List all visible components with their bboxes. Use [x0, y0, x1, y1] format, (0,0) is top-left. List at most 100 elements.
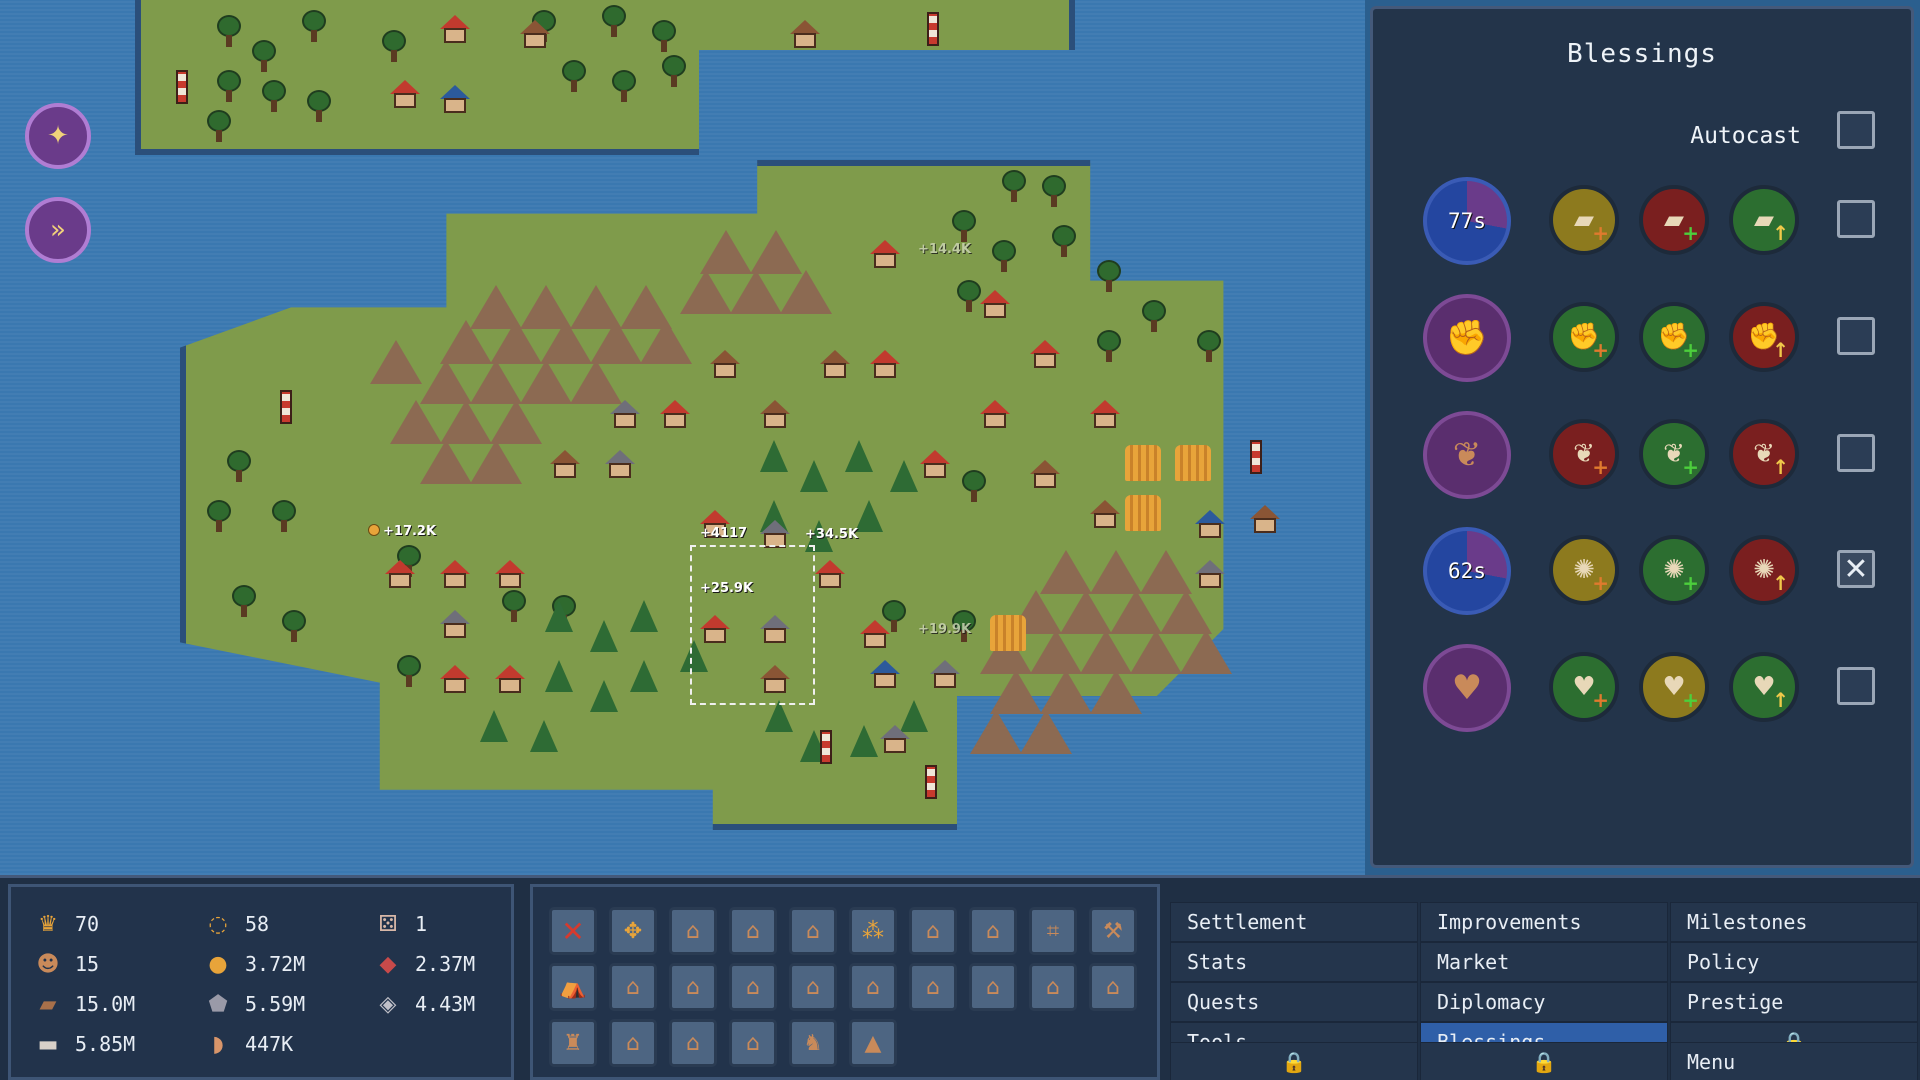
build-tool-button[interactable]: ⌂: [669, 963, 717, 1011]
build-tool-button[interactable]: ⛺: [549, 963, 597, 1011]
menu-item-stats[interactable]: Stats: [1170, 942, 1418, 982]
build-tool-button[interactable]: ⌂: [789, 963, 837, 1011]
blessing-cast-button[interactable]: 77s: [1423, 177, 1511, 265]
building-tile: [870, 660, 900, 688]
build-tool-button[interactable]: ✥: [609, 907, 657, 955]
building-tile: [870, 240, 900, 268]
tree-tile: [205, 500, 233, 534]
build-tool-button[interactable]: ⌂: [789, 907, 837, 955]
build-tool-button[interactable]: ⌂: [969, 963, 1017, 1011]
building-tile: [760, 520, 790, 548]
build-tool-button[interactable]: ⌂: [609, 1019, 657, 1067]
mountain-tile: [470, 440, 522, 484]
menu-item-prestige[interactable]: Prestige: [1670, 982, 1918, 1022]
locked-menu-slot: 🔒: [1170, 1042, 1418, 1080]
blessing-cast-button[interactable]: ♥: [1423, 644, 1511, 732]
build-tool-button[interactable]: ▲: [849, 1019, 897, 1067]
mountain-tile: [1030, 630, 1082, 674]
blessing-autocast-checkbox[interactable]: ✕: [1837, 550, 1875, 588]
building-tile: [495, 560, 525, 588]
building-tile: [440, 85, 470, 113]
build-tool-button[interactable]: ⚒: [1089, 907, 1137, 955]
blessing-upgrade-button[interactable]: ❦ +: [1549, 419, 1619, 489]
pine-tile: [545, 600, 573, 632]
build-tool-button[interactable]: ⌂: [609, 963, 657, 1011]
blessing-upgrade-button[interactable]: ▰ +: [1639, 185, 1709, 255]
menu-item-settlement[interactable]: Settlement: [1170, 902, 1418, 942]
tree-tile: [560, 60, 588, 94]
blessing-upgrade-button[interactable]: ✺ ↑: [1729, 535, 1799, 605]
blessing-autocast-checkbox[interactable]: [1837, 200, 1875, 238]
menu-item-market[interactable]: Market: [1420, 942, 1668, 982]
building-tile: [760, 400, 790, 428]
blessing-cast-button[interactable]: ✊: [1423, 294, 1511, 382]
blessing-upgrade-button[interactable]: ▰ ↑: [1729, 185, 1799, 255]
blessing-autocast-checkbox[interactable]: [1837, 434, 1875, 472]
building-tile: [815, 560, 845, 588]
bread-icon: ◗: [212, 1031, 224, 1057]
menu-item-policy[interactable]: Policy: [1670, 942, 1918, 982]
blessing-upgrade-button[interactable]: ✊ +: [1549, 302, 1619, 372]
upgrade-arrow-icon: ↑: [1772, 688, 1789, 712]
blessing-upgrade-button[interactable]: ✺ +: [1639, 535, 1709, 605]
quarry-icon: ⌂: [986, 918, 1000, 944]
building-tile: [980, 290, 1010, 318]
game-speed-button[interactable]: »: [25, 197, 91, 263]
cast-blessing-button[interactable]: ✦: [25, 103, 91, 169]
build-tool-button[interactable]: ♞: [789, 1019, 837, 1067]
build-tool-button[interactable]: ⌂: [1089, 963, 1137, 1011]
build-tool-button[interactable]: ⌗: [1029, 907, 1077, 955]
blessing-upgrade-button[interactable]: ♥ +: [1549, 652, 1619, 722]
blessing-row: 62s ✺ + ✺ + ✺ ↑ ✕: [1373, 527, 1911, 623]
menu-item-quests[interactable]: Quests: [1170, 982, 1418, 1022]
demolish-tool-icon: ✕: [561, 914, 585, 948]
blessing-upgrade-button[interactable]: ✊ ↑: [1729, 302, 1799, 372]
resource-value: 5.59M: [245, 992, 306, 1016]
selection-box: [690, 545, 815, 705]
blessing-upgrade-button[interactable]: ♥ ↑: [1729, 652, 1799, 722]
mountain-tile: [1040, 550, 1092, 594]
menu-button[interactable]: Menu: [1670, 1042, 1918, 1080]
blessing-cast-button[interactable]: ❦: [1423, 411, 1511, 499]
menu-item-improvements[interactable]: Improvements: [1420, 902, 1668, 942]
blessing-upgrade-button[interactable]: ▰ +: [1549, 185, 1619, 255]
blessing-autocast-checkbox[interactable]: [1837, 317, 1875, 355]
blessing-cast-button[interactable]: 62s: [1423, 527, 1511, 615]
resource-counter: ● 3.72M: [203, 947, 363, 981]
resource-value: 5.85M: [75, 1032, 136, 1056]
building-tile: [660, 400, 690, 428]
build-tool-button[interactable]: ⌂: [849, 963, 897, 1011]
build-tool-button[interactable]: ⌂: [969, 907, 1017, 955]
building-tile: [385, 560, 415, 588]
blessing-autocast-checkbox[interactable]: [1837, 667, 1875, 705]
build-toolbar: ✕ ✥ ⌂ ⌂ ⌂ ⁂ ⌂ ⌂ ⌗ ⚒ ⛺ ⌂ ⌂ ⌂ ⌂ ⌂ ⌂ ⌂ ⌂ ⌂ ♜ ⌂ ⌂ ⌂ ♞ ▲: [530, 884, 1160, 1080]
building-tile: [390, 80, 420, 108]
tree-tile: [500, 590, 528, 624]
world-map[interactable]: +17.2K +4117 +34.5K +25.9K +19.9K +14.4K…: [0, 0, 1365, 875]
menu-label: Quests: [1187, 990, 1260, 1014]
build-tool-button[interactable]: ♜: [549, 1019, 597, 1067]
build-tool-button[interactable]: ⌂: [729, 907, 777, 955]
build-tool-button[interactable]: ⌂: [729, 963, 777, 1011]
blessing-upgrade-button[interactable]: ♥ +: [1639, 652, 1709, 722]
build-tool-button[interactable]: ✕: [549, 907, 597, 955]
build-tool-button[interactable]: ⌂: [729, 1019, 777, 1067]
resource-counter: ◗ 447K: [203, 1027, 363, 1061]
wheat-field-tile: [990, 615, 1026, 651]
build-tool-button[interactable]: ⌂: [909, 907, 957, 955]
blessing-upgrade-button[interactable]: ✊ +: [1639, 302, 1709, 372]
autocast-label: Autocast: [1690, 123, 1801, 149]
blessing-upgrade-button[interactable]: ❦ +: [1639, 419, 1709, 489]
build-tool-button[interactable]: ⌂: [1029, 963, 1077, 1011]
build-tool-button[interactable]: ⌂: [669, 1019, 717, 1067]
pine-tile: [855, 500, 883, 532]
autocast-checkbox[interactable]: [1837, 111, 1875, 149]
blessing-upgrade-button[interactable]: ❦ ↑: [1729, 419, 1799, 489]
menu-item-diplomacy[interactable]: Diplomacy: [1420, 982, 1668, 1022]
build-tool-button[interactable]: ⌂: [669, 907, 717, 955]
lighthouse-tile: [820, 730, 832, 764]
blessing-upgrade-button[interactable]: ✺ +: [1549, 535, 1619, 605]
menu-item-milestones[interactable]: Milestones: [1670, 902, 1918, 942]
build-tool-button[interactable]: ⁂: [849, 907, 897, 955]
build-tool-button[interactable]: ⌂: [909, 963, 957, 1011]
